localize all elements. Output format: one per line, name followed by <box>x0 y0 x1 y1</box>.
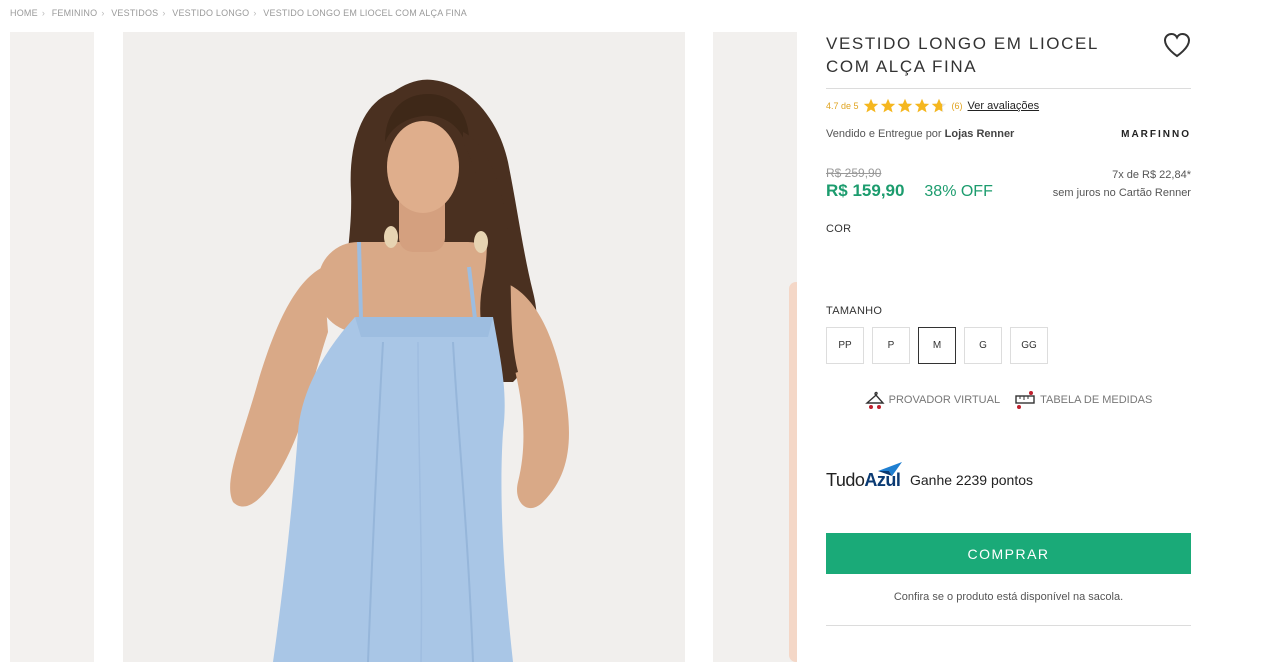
size-label: TAMANHO <box>826 305 883 317</box>
breadcrumb-home[interactable]: HOME <box>10 8 38 18</box>
star-icon <box>897 98 912 113</box>
star-icon <box>914 98 929 113</box>
current-price: R$ 159,90 <box>826 181 905 200</box>
breadcrumb-separator: › <box>253 8 257 18</box>
model-wearing-dress-image <box>123 32 685 662</box>
size-option-g[interactable]: G <box>964 327 1002 364</box>
product-main-image <box>123 32 685 662</box>
old-price: R$ 259,90 <box>826 166 882 180</box>
installments-text: 7x de R$ 22,84* <box>1112 169 1191 181</box>
breadcrumb-separator: › <box>162 8 166 18</box>
breadcrumb-vestido-longo[interactable]: VESTIDO LONGO <box>172 8 249 18</box>
installments-info: 7x de R$ 22,84* sem juros no Cartão Renn… <box>1053 166 1191 202</box>
star-icon <box>863 98 878 113</box>
size-chart-button[interactable]: TABELA DE MEDIDAS <box>1014 390 1152 410</box>
size-option-pp[interactable]: PP <box>826 327 864 364</box>
seller-prefix: Vendido e Entregue por <box>826 128 942 140</box>
breadcrumb-current: VESTIDO LONGO EM LIOCEL COM ALÇA FINA <box>263 8 467 18</box>
product-info-panel: VESTIDO LONGO EM LIOCEL COM ALÇA FINA 4.… <box>826 32 1191 626</box>
tudoazul-logo-tudo: Tudo <box>826 470 865 490</box>
rating-summary: 4.7 de 5 (6) Ver avaliações <box>826 98 1191 114</box>
gallery-thumbnail-prev[interactable] <box>10 32 94 662</box>
see-reviews-link[interactable]: Ver avaliações <box>968 100 1040 112</box>
favorite-heart-icon[interactable] <box>1163 32 1191 58</box>
review-count: (6) <box>951 101 963 111</box>
breadcrumb-feminino[interactable]: FEMININO <box>52 8 98 18</box>
buy-button[interactable]: COMPRAR <box>826 533 1191 574</box>
installments-note: sem juros no Cartão Renner <box>1052 187 1191 199</box>
rating-stars <box>863 98 948 114</box>
seller-info: Vendido e Entregue por Lojas Renner <box>826 128 1014 140</box>
size-option-p[interactable]: P <box>872 327 910 364</box>
virtual-fitting-button[interactable]: PROVADOR VIRTUAL <box>864 390 1001 410</box>
bag-availability-note: Confira se o produto está disponível na … <box>893 591 1124 603</box>
size-chart-label: TABELA DE MEDIDAS <box>1040 394 1153 406</box>
product-title: VESTIDO LONGO EM LIOCEL COM ALÇA FINA <box>826 34 1099 76</box>
next-image-preview <box>789 282 797 662</box>
brand-logo[interactable]: MARFINNO <box>1121 129 1191 140</box>
star-half-icon <box>931 98 946 113</box>
title-divider <box>826 88 1191 89</box>
seller-row: Vendido e Entregue por Lojas Renner MARF… <box>826 128 1191 140</box>
loyalty-program: TudoAzul Ganhe 2239 pontos <box>826 462 1191 498</box>
discount-badge: 38% OFF <box>924 183 993 200</box>
size-tools: PROVADOR VIRTUAL TABELA DE MEDIDAS <box>826 390 1191 410</box>
star-icon <box>880 98 895 113</box>
hanger-icon <box>864 391 885 409</box>
virtual-fitting-label: PROVADOR VIRTUAL <box>888 394 1001 406</box>
loyalty-points-text: Ganhe 2239 pontos <box>910 472 1033 488</box>
breadcrumb-separator: › <box>101 8 105 18</box>
color-label: COR <box>826 223 852 235</box>
size-option-m[interactable]: M <box>918 327 956 364</box>
breadcrumb-separator: › <box>41 8 46 18</box>
rating-text: 4.7 de 5 <box>826 101 859 111</box>
size-selector: PP P M G GG <box>826 327 1191 364</box>
bottom-divider <box>826 625 1191 626</box>
breadcrumb: HOME › FEMININO › VESTIDOS › VESTIDO LONGO ›… <box>10 8 467 18</box>
measuring-tape-icon <box>1015 391 1035 409</box>
tudoazul-logo: TudoAzul <box>826 462 906 498</box>
gallery-thumbnail-next[interactable] <box>713 32 797 662</box>
seller-name: Lojas Renner <box>944 128 1015 140</box>
price-block: R$ 259,90 R$ 159,90 <box>826 166 904 202</box>
price-row: R$ 259,90 R$ 159,90 38% OFF 7x de R$ 22,… <box>826 166 1191 202</box>
paper-plane-icon <box>878 462 902 476</box>
breadcrumb-vestidos[interactable]: VESTIDOS <box>111 8 158 18</box>
size-option-gg[interactable]: GG <box>1010 327 1048 364</box>
